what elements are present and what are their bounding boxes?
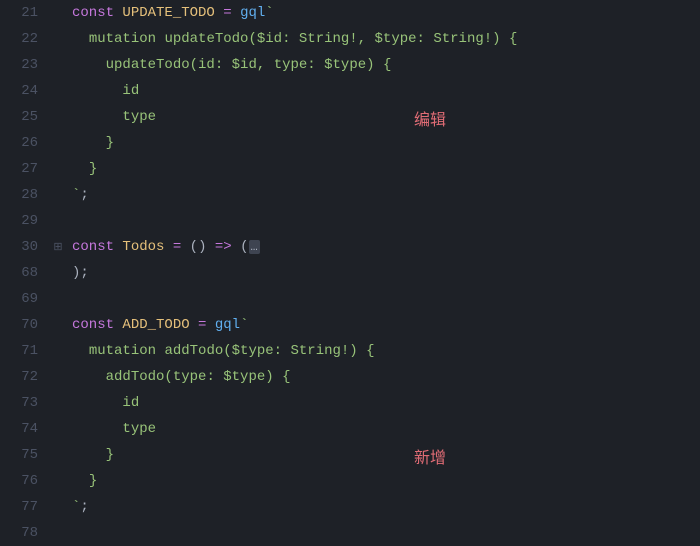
paren: ) [492, 31, 500, 47]
gql-name: addTodo [164, 343, 223, 359]
line-number: 69 [0, 286, 38, 312]
line-number: 75 [0, 442, 38, 468]
gql-field: addTodo [106, 369, 165, 385]
paren: ( [190, 239, 198, 255]
brace: } [106, 135, 114, 151]
operator: = [198, 317, 206, 333]
gql-field: id [122, 395, 139, 411]
gql-field: id [122, 83, 139, 99]
comma: , [257, 57, 265, 73]
tag-fn: gql [240, 5, 265, 21]
paren: ) [366, 57, 374, 73]
paren: ( [190, 57, 198, 73]
fold-column: ⊞ [50, 0, 66, 515]
semicolon: ; [80, 187, 88, 203]
line-number: 28 [0, 182, 38, 208]
line-number: 70 [0, 312, 38, 338]
backtick: ` [240, 317, 248, 333]
line-number: 76 [0, 468, 38, 494]
line-number: 23 [0, 52, 38, 78]
gql-var: $type [223, 369, 265, 385]
identifier: ADD_TODO [122, 317, 189, 333]
line-number: 25 [0, 104, 38, 130]
gql-keyword: mutation [89, 31, 156, 47]
gql-type: String! [299, 31, 358, 47]
colon: : [206, 369, 214, 385]
brace: } [106, 447, 114, 463]
code-content[interactable]: const UPDATE_TODO = gql` mutation update… [66, 0, 700, 515]
line-number: 74 [0, 416, 38, 442]
gql-field: type [122, 421, 156, 437]
identifier: UPDATE_TODO [122, 5, 214, 21]
line-number: 78 [0, 520, 38, 546]
gql-field: type [122, 109, 156, 125]
line-number: 71 [0, 338, 38, 364]
operator: = [173, 239, 181, 255]
line-number-gutter: 21 22 23 24 25 26 27 28 29 30 68 69 70 7… [0, 0, 50, 515]
paren: ( [240, 239, 248, 255]
colon: : [215, 57, 223, 73]
operator: = [223, 5, 231, 21]
gql-var: $type [324, 57, 366, 73]
paren: ( [223, 343, 231, 359]
paren: ( [164, 369, 172, 385]
paren: ( [248, 31, 256, 47]
tag-fn: gql [215, 317, 240, 333]
keyword-const: const [72, 5, 114, 21]
gql-var: $id [257, 31, 282, 47]
line-number: 73 [0, 390, 38, 416]
arrow: => [215, 239, 232, 255]
line-number: 72 [0, 364, 38, 390]
gql-arg: id [198, 57, 215, 73]
brace: { [509, 31, 517, 47]
colon: : [417, 31, 425, 47]
line-number: 24 [0, 78, 38, 104]
identifier: Todos [122, 239, 164, 255]
fold-expand-icon[interactable]: ⊞ [53, 235, 62, 261]
line-number: 21 [0, 0, 38, 26]
code-editor: 21 22 23 24 25 26 27 28 29 30 68 69 70 7… [0, 0, 700, 515]
colon: : [274, 343, 282, 359]
line-number: 22 [0, 26, 38, 52]
brace: { [282, 369, 290, 385]
fold-marker[interactable]: … [249, 240, 260, 254]
gql-field: updateTodo [106, 57, 190, 73]
semicolon: ; [80, 265, 88, 281]
gql-type: String! [290, 343, 349, 359]
line-number: 77 [0, 494, 38, 520]
gql-var: $id [232, 57, 257, 73]
gql-var: $type [232, 343, 274, 359]
semicolon: ; [80, 499, 88, 515]
gql-arg: type [274, 57, 308, 73]
brace: { [383, 57, 391, 73]
line-number: 68 [0, 260, 38, 286]
colon: : [282, 31, 290, 47]
colon: : [307, 57, 315, 73]
line-number: 29 [0, 208, 38, 234]
paren: ) [265, 369, 273, 385]
gql-keyword: mutation [89, 343, 156, 359]
paren: ) [349, 343, 357, 359]
comma: , [358, 31, 366, 47]
paren: ) [198, 239, 206, 255]
brace: } [89, 473, 97, 489]
line-number: 27 [0, 156, 38, 182]
line-number: 30 [0, 234, 38, 260]
gql-name: updateTodo [164, 31, 248, 47]
keyword-const: const [72, 239, 114, 255]
brace: { [366, 343, 374, 359]
gql-arg: type [173, 369, 207, 385]
line-number: 26 [0, 130, 38, 156]
gql-var: $type [375, 31, 417, 47]
brace: } [89, 161, 97, 177]
gql-type: String! [433, 31, 492, 47]
backtick: ` [265, 5, 273, 21]
keyword-const: const [72, 317, 114, 333]
